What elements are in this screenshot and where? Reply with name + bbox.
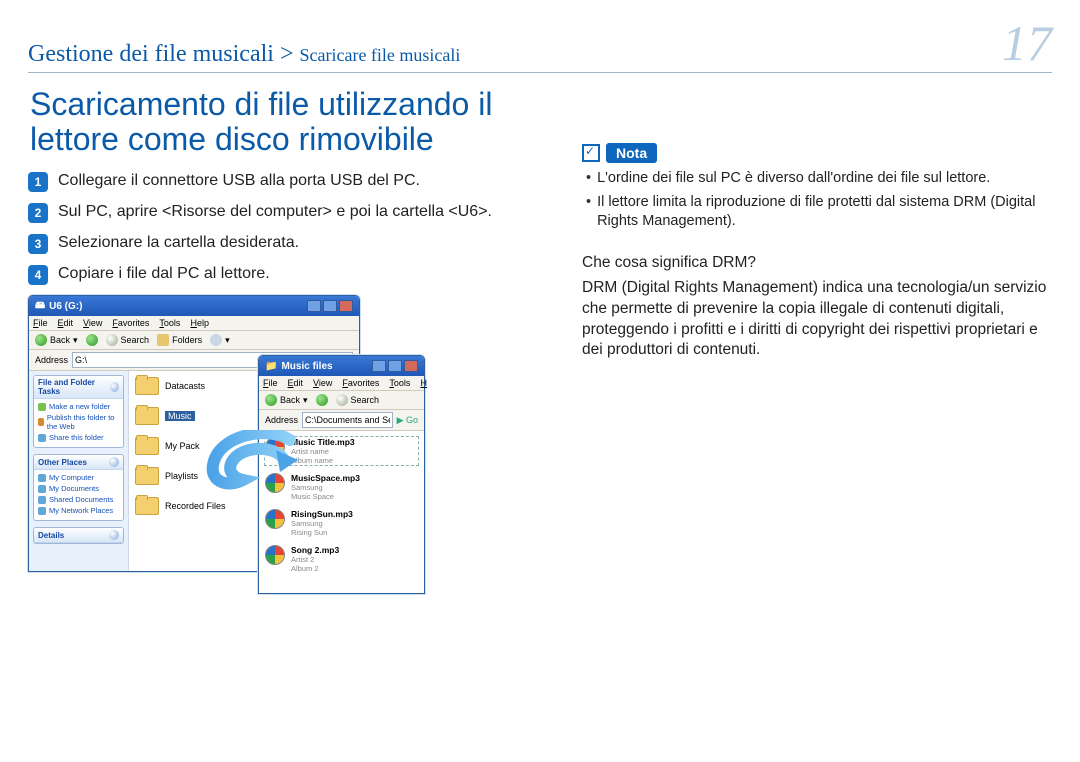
views-button[interactable]: ▾ [210,334,230,346]
drm-answer: DRM (Digital Rights Management) indica u… [582,278,1052,362]
file-row[interactable]: RisingSun.mp3SamsungRising Sun [265,509,418,537]
media-icon [265,473,285,493]
breadcrumb-main: Gestione dei file musicali [28,41,274,67]
window2-titlebar: 📁 Music files [259,356,424,376]
menu-tools[interactable]: Tools [389,378,410,388]
maximize-button[interactable] [388,360,402,372]
menu-file[interactable]: File [263,378,278,388]
media-icon [265,545,285,565]
window1-menubar[interactable]: File Edit View Favorites Tools Help [29,316,359,331]
step-4-text: Copiare i file dal PC al lettore. [58,264,270,285]
address-input[interactable] [302,412,393,428]
step-badge-2: 2 [28,203,48,223]
minimize-button[interactable] [372,360,386,372]
task-publish[interactable]: Publish this folder to the Web [38,413,119,431]
window2-menubar[interactable]: File Edit View Favorites Tools H [259,376,424,391]
step-badge-4: 4 [28,265,48,285]
back-button[interactable]: Back ▾ [265,394,308,406]
window2-toolbar: Back ▾ Search [259,391,424,410]
other-my-documents[interactable]: My Documents [38,484,119,493]
file-row[interactable]: Song 2.mp3Artist 2Album 2 [265,545,418,573]
file-row[interactable]: MusicSpace.mp3SamsungMusic Space [265,473,418,501]
folder-icon: 📁 [265,361,277,372]
other-network[interactable]: My Network Places [38,506,119,515]
menu-tools[interactable]: Tools [159,318,180,328]
menu-view[interactable]: View [313,378,332,388]
step-3-text: Selezionare la cartella desiderata. [58,233,299,254]
task-share[interactable]: Share this folder [38,433,119,442]
drive-icon: 🖴 [35,298,45,315]
address-label: Address [35,355,68,365]
menu-favorites[interactable]: Favorites [342,378,379,388]
window1-toolbar: Back ▾ Search Folders ▾ [29,331,359,350]
forward-button[interactable] [86,334,98,346]
menu-view[interactable]: View [83,318,102,328]
note-item-1: L'ordine dei file sul PC è diverso dall'… [597,169,990,189]
other-places-header[interactable]: Other Places [34,455,123,470]
folders-button[interactable]: Folders [157,334,202,346]
back-button[interactable]: Back ▾ [35,334,78,346]
window1-title: U6 (G:) [49,301,82,312]
step-2-text: Sul PC, aprire <Risorse del computer> e … [58,202,492,223]
minimize-button[interactable] [307,300,321,312]
close-button[interactable] [404,360,418,372]
drm-question: Che cosa significa DRM? [582,254,1052,272]
menu-edit[interactable]: Edit [58,318,74,328]
menu-favorites[interactable]: Favorites [112,318,149,328]
window2-title: Music files [281,361,332,372]
step-badge-1: 1 [28,172,48,192]
page-number: 17 [1002,18,1052,68]
tasks-header[interactable]: File and Folder Tasks [34,376,123,399]
details-header[interactable]: Details [34,528,123,543]
other-shared-docs[interactable]: Shared Documents [38,495,119,504]
menu-help[interactable]: Help [190,318,209,328]
note-item-2: Il lettore limita la riproduzione di fil… [597,193,1052,232]
address-label: Address [265,415,298,425]
step-badge-3: 3 [28,234,48,254]
file-row[interactable]: Music Title.mp3Artist nameAlbum name [265,437,418,465]
menu-file[interactable]: File [33,318,48,328]
search-button[interactable]: Search [106,334,150,346]
breadcrumb-sub: Scaricare file musicali [299,45,460,65]
breadcrumb: Gestione dei file musicali > Scaricare f… [28,41,1002,68]
note-icon [582,144,600,162]
task-new-folder[interactable]: Make a new folder [38,402,119,411]
step-1-text: Collegare il connettore USB alla porta U… [58,171,420,192]
other-my-computer[interactable]: My Computer [38,473,119,482]
maximize-button[interactable] [323,300,337,312]
go-button[interactable]: ▶ Go [397,415,418,426]
forward-button[interactable] [316,394,328,406]
window1-titlebar: 🖴 U6 (G:) [29,296,359,316]
note-label: Nota [606,143,657,163]
search-button[interactable]: Search [336,394,380,406]
menu-edit[interactable]: Edit [288,378,304,388]
menu-help[interactable]: H [420,378,427,388]
page-title: Scaricamento di file utilizzando il lett… [30,87,540,157]
media-icon [265,509,285,529]
media-icon [265,437,285,457]
close-button[interactable] [339,300,353,312]
